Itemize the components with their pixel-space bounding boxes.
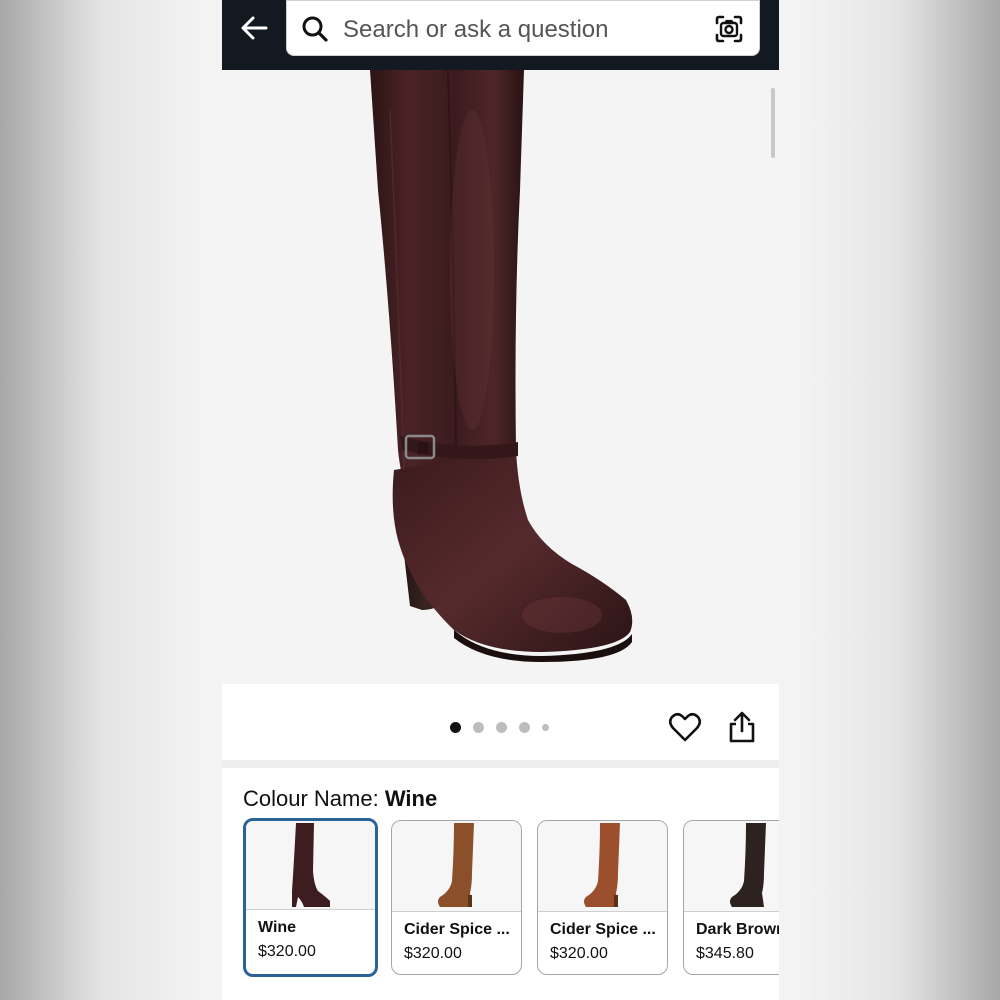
camera-lens-icon[interactable] <box>713 13 745 45</box>
swatch-price: $320.00 <box>550 945 608 962</box>
swatch-option-2[interactable]: Cider Spice ... $320.00 <box>391 820 522 975</box>
colour-swatches: Wine $320.00 Cider Spice ... $320.00 Cid… <box>243 818 779 978</box>
carousel-dot[interactable] <box>542 724 549 731</box>
swatch-thumbnail <box>684 821 779 912</box>
swatch-thumbnail <box>246 821 375 910</box>
swatch-price: $345.80 <box>696 945 754 962</box>
image-controls <box>222 684 779 760</box>
swatch-name: Cider Spice ... <box>404 921 510 938</box>
product-image[interactable] <box>222 70 779 684</box>
boot-thumbnail <box>584 823 620 907</box>
carousel-dot[interactable] <box>450 722 461 733</box>
arrow-left-icon <box>241 16 268 40</box>
share-icon[interactable] <box>726 710 758 744</box>
boot-thumbnail <box>292 823 330 907</box>
section-divider <box>222 760 779 768</box>
swatch-thumbnail <box>538 821 667 912</box>
swatch-option-3[interactable]: Cider Spice ... $320.00 <box>537 820 668 975</box>
search-bar[interactable] <box>286 0 760 56</box>
carousel-dot[interactable] <box>473 722 484 733</box>
boot-thumbnail <box>730 823 766 907</box>
boot-thumbnail <box>438 823 474 907</box>
carousel-dot[interactable] <box>496 722 507 733</box>
swatch-price: $320.00 <box>258 943 316 960</box>
app-screen: Colour Name: Wine Wine $320.00 Cider Spi… <box>222 0 779 1000</box>
boot-image <box>370 70 633 662</box>
swatch-price: $320.00 <box>404 945 462 962</box>
search-icon <box>302 16 328 42</box>
search-input[interactable] <box>341 9 705 51</box>
swatch-option-1[interactable]: Wine $320.00 <box>243 818 378 977</box>
swatch-option-4[interactable]: Dark Brown $345.80 <box>683 820 779 975</box>
swatch-thumbnail <box>392 821 521 912</box>
scrollbar[interactable] <box>771 88 775 158</box>
colour-name-label: Colour Name: Wine <box>243 786 437 812</box>
carousel-dot[interactable] <box>519 722 530 733</box>
carousel-dots[interactable] <box>450 722 549 733</box>
swatch-name: Wine <box>258 919 297 936</box>
top-bar <box>222 0 779 70</box>
swatch-name: Dark Brown <box>696 921 779 938</box>
heart-outline-icon[interactable] <box>668 710 702 744</box>
swatch-name: Cider Spice ... <box>550 921 656 938</box>
colour-label-text: Colour Name: <box>243 786 379 811</box>
back-button[interactable] <box>234 10 274 46</box>
colour-selected-value: Wine <box>384 786 438 811</box>
